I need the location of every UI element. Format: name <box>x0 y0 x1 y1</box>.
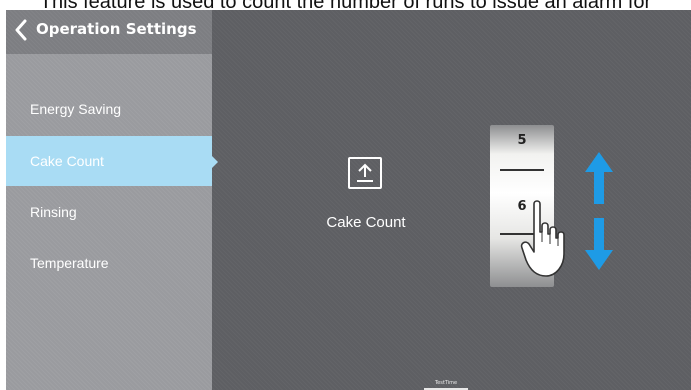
counter-divider <box>500 169 544 171</box>
arrow-down-icon[interactable] <box>584 216 614 272</box>
page-caption: This feature is used to count the number… <box>0 0 691 10</box>
sidebar-item-cake-count[interactable]: Cake Count <box>6 136 212 186</box>
sidebar-item-energy-saving[interactable]: Energy Saving <box>6 84 212 134</box>
hand-pointer-icon <box>520 200 565 277</box>
sidebar-item-temperature[interactable]: Temperature <box>6 238 212 288</box>
upload-arrow-icon <box>348 157 382 189</box>
feature-label: Cake Count <box>326 214 406 231</box>
active-item-pointer <box>210 154 218 170</box>
page-title: Operation Settings <box>36 20 197 38</box>
sidebar-item-rinsing[interactable]: Rinsing <box>6 187 212 237</box>
sidebar: Operation Settings Energy Saving Cake Co… <box>6 10 212 390</box>
counter-previous-value: 5 <box>517 133 527 148</box>
sidebar-header: Operation Settings <box>6 10 212 54</box>
chevron-left-icon[interactable] <box>13 19 29 41</box>
footer-label: TestTime <box>434 380 458 386</box>
device-screen: Operation Settings Energy Saving Cake Co… <box>6 10 691 390</box>
arrow-up-icon[interactable] <box>584 150 614 206</box>
